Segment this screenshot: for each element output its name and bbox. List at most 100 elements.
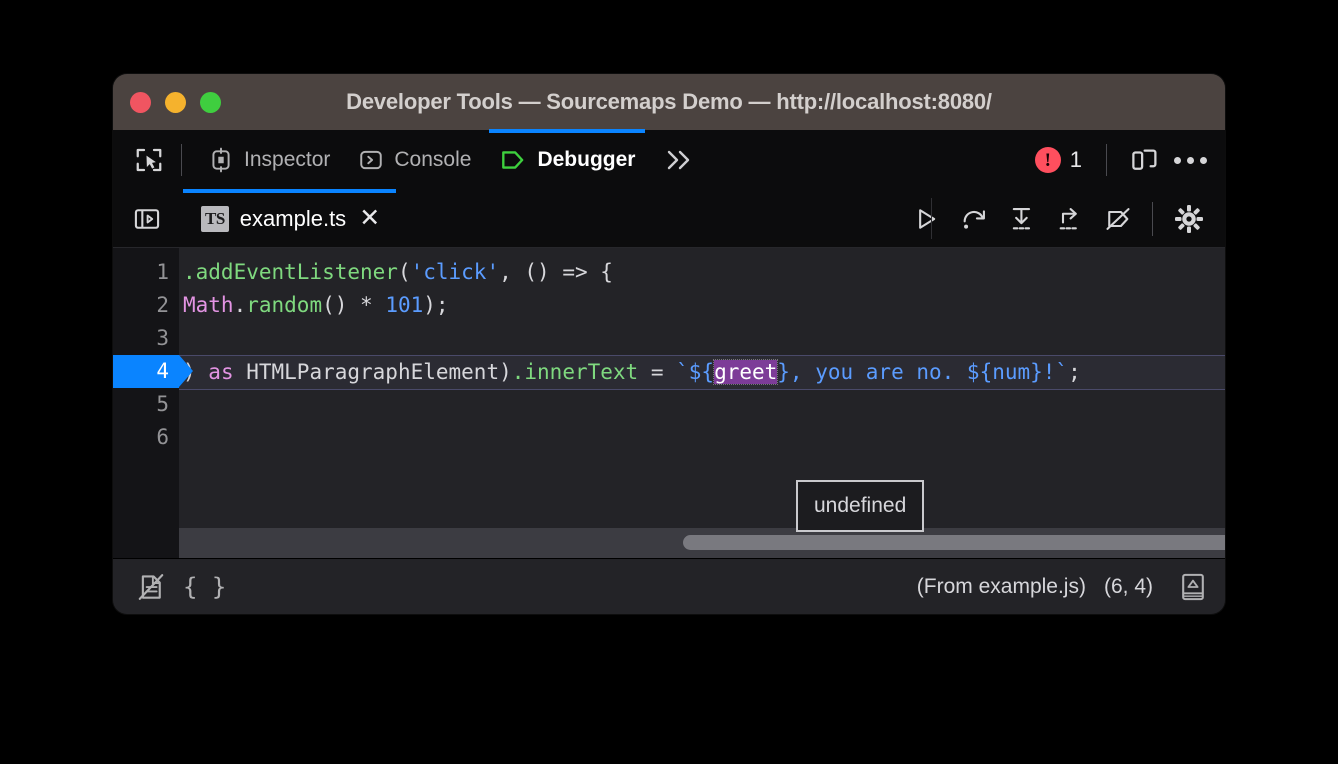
gear-icon bbox=[1174, 204, 1204, 234]
play-resume-icon bbox=[912, 205, 940, 233]
inspector-icon bbox=[208, 147, 234, 173]
code-token: Math bbox=[183, 293, 234, 317]
step-over-button[interactable] bbox=[950, 197, 998, 241]
toolbar-right-group: ! 1 bbox=[1027, 130, 1211, 190]
tab-debugger[interactable]: Debugger bbox=[485, 130, 649, 190]
tab-debugger-label: Debugger bbox=[537, 148, 635, 172]
toggle-source-panes-button[interactable] bbox=[123, 205, 171, 233]
deactivate-breakpoints-button[interactable] bbox=[1094, 197, 1142, 241]
format-braces-button[interactable]: { } bbox=[173, 573, 236, 601]
line-number[interactable]: 6 bbox=[113, 421, 179, 454]
source-origin-label: (From example.js) bbox=[917, 575, 1086, 599]
source-map-button[interactable] bbox=[1171, 567, 1215, 607]
window-title: Developer Tools — Sourcemaps Demo — http… bbox=[113, 89, 1225, 115]
code-token: }, you are no. ${num}!` bbox=[777, 360, 1068, 384]
code-token: ); bbox=[423, 293, 448, 317]
close-window-button[interactable] bbox=[130, 92, 151, 113]
code-line[interactable] bbox=[179, 423, 1225, 456]
code-token: .addEventListener bbox=[183, 260, 398, 284]
code-token: random bbox=[246, 293, 322, 317]
code-line[interactable]: .addEventListener('click', () => { bbox=[179, 256, 1225, 289]
code-token: = bbox=[638, 360, 676, 384]
code-token: 101 bbox=[385, 293, 423, 317]
disable-pretty-print-icon bbox=[136, 572, 166, 602]
line-number-paused[interactable]: 4 bbox=[113, 355, 179, 388]
cursor-position-label: (6, 4) bbox=[1104, 575, 1153, 599]
disable-pretty-print-button[interactable] bbox=[129, 567, 173, 607]
code-line[interactable] bbox=[179, 390, 1225, 423]
toolbar-overflow-button[interactable] bbox=[649, 146, 707, 174]
line-number[interactable]: 2 bbox=[113, 289, 179, 322]
source-tabbar: TS example.ts ✕ bbox=[113, 190, 1225, 248]
screen-root: Developer Tools — Sourcemaps Demo — http… bbox=[0, 0, 1338, 764]
toolbar-divider bbox=[181, 144, 182, 176]
line-number[interactable]: 5 bbox=[113, 388, 179, 421]
code-token: ; bbox=[1068, 360, 1081, 384]
variable-value-tooltip: undefined bbox=[796, 480, 924, 532]
code-line[interactable]: Math.random() * 101); bbox=[179, 289, 1225, 322]
tab-console[interactable]: Console bbox=[344, 130, 485, 190]
step-out-icon bbox=[1056, 205, 1084, 233]
responsive-design-mode-icon bbox=[1129, 145, 1159, 175]
step-over-icon bbox=[960, 205, 988, 233]
code-token: () * bbox=[322, 293, 385, 317]
code-token: , () => { bbox=[499, 260, 613, 284]
tab-inspector-label: Inspector bbox=[244, 148, 330, 172]
debugger-icon bbox=[499, 147, 527, 173]
code-content[interactable]: .addEventListener('click', () => { Math.… bbox=[179, 248, 1225, 558]
code-token: HTMLParagraphElement) bbox=[234, 360, 512, 384]
line-number-gutter: 1 2 3 4 5 6 bbox=[113, 248, 179, 558]
toolbar-divider-right bbox=[1106, 144, 1107, 176]
code-token: 'click' bbox=[411, 260, 500, 284]
tabbar-divider bbox=[931, 198, 932, 239]
resume-button[interactable] bbox=[902, 197, 950, 241]
editor-horizontal-scrollbar-thumb[interactable] bbox=[683, 535, 1225, 550]
code-token: ( bbox=[398, 260, 411, 284]
tab-inspector[interactable]: Inspector bbox=[194, 130, 344, 190]
step-out-button[interactable] bbox=[1046, 197, 1094, 241]
code-token: . bbox=[234, 293, 247, 317]
more-options-button[interactable] bbox=[1169, 139, 1211, 181]
responsive-design-mode-button[interactable] bbox=[1123, 139, 1165, 181]
step-in-icon bbox=[1008, 205, 1036, 233]
devtools-main-toolbar: Inspector Console bbox=[113, 130, 1225, 190]
zoom-window-button[interactable] bbox=[200, 92, 221, 113]
file-tab-example-ts[interactable]: TS example.ts ✕ bbox=[183, 190, 396, 247]
code-token: as bbox=[208, 360, 233, 384]
error-count-label: 1 bbox=[1070, 147, 1082, 173]
code-line-paused[interactable]: ) as HTMLParagraphElement).innerText = `… bbox=[179, 355, 1225, 390]
traffic-lights bbox=[113, 92, 221, 113]
more-options-icon bbox=[1174, 157, 1207, 164]
devtools-window: Developer Tools — Sourcemaps Demo — http… bbox=[113, 74, 1225, 614]
error-count-badge[interactable]: ! 1 bbox=[1027, 147, 1090, 173]
window-titlebar: Developer Tools — Sourcemaps Demo — http… bbox=[113, 74, 1225, 130]
typescript-badge-icon: TS bbox=[201, 206, 229, 232]
close-tab-icon[interactable]: ✕ bbox=[359, 206, 380, 231]
chevron-double-right-icon bbox=[661, 146, 695, 174]
code-token[interactable]: greet bbox=[714, 360, 777, 384]
node-picker-button[interactable] bbox=[129, 140, 169, 180]
debugger-controls-divider bbox=[1152, 202, 1153, 236]
editor-horizontal-scrollbar[interactable] bbox=[179, 528, 1225, 558]
file-tab-label: example.ts bbox=[240, 206, 346, 232]
line-number[interactable]: 3 bbox=[113, 322, 179, 355]
minimize-window-button[interactable] bbox=[165, 92, 186, 113]
debugger-controls bbox=[902, 197, 1225, 241]
code-token: `${ bbox=[676, 360, 714, 384]
source-editor[interactable]: 1 2 3 4 5 6 .addEventListener('click', (… bbox=[113, 248, 1225, 558]
toolbar-left-group: Inspector Console bbox=[129, 130, 707, 190]
console-icon bbox=[358, 147, 384, 173]
tab-console-label: Console bbox=[394, 148, 471, 172]
editor-statusbar: { } (From example.js) (6, 4) bbox=[113, 558, 1225, 614]
line-number[interactable]: 1 bbox=[113, 256, 179, 289]
step-in-button[interactable] bbox=[998, 197, 1046, 241]
error-icon: ! bbox=[1035, 147, 1061, 173]
statusbar-right-group: (From example.js) (6, 4) bbox=[917, 567, 1215, 607]
node-picker-icon bbox=[134, 145, 164, 175]
toggle-source-panes-icon bbox=[133, 205, 161, 233]
code-line[interactable] bbox=[179, 322, 1225, 355]
code-token: .innerText bbox=[512, 360, 638, 384]
source-map-icon bbox=[1180, 572, 1206, 602]
debugger-settings-button[interactable] bbox=[1165, 197, 1213, 241]
deactivate-breakpoints-icon bbox=[1104, 205, 1132, 233]
